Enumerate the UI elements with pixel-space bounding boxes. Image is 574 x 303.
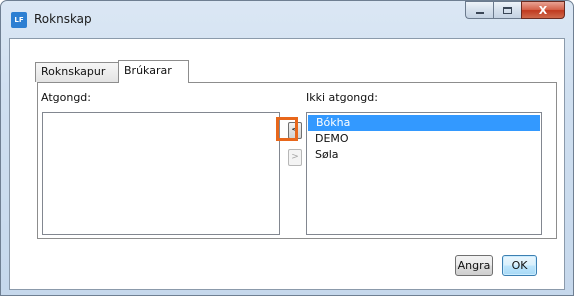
move-right-button[interactable]: > [288,149,302,166]
granted-users-list[interactable] [42,112,280,235]
dialog-window: LF Roknskap X Roknskapur Brúkarar Atgong… [0,0,574,296]
maximize-button[interactable] [493,1,521,19]
cancel-button[interactable]: Angra [455,255,493,276]
window-title: Roknskap [34,12,92,26]
close-icon: X [538,3,548,17]
highlight-box [276,117,298,141]
list-item-sola[interactable]: Søla [307,147,541,163]
tab-roknskapur[interactable]: Roknskapur [35,62,119,82]
minimize-icon [475,12,484,14]
granted-label: Atgongd: [41,91,91,104]
not-granted-label: Ikki atgongd: [306,91,378,104]
list-item-bokha[interactable]: Bókha [308,115,540,131]
not-granted-users-list[interactable]: Bókha DEMO Søla [306,112,542,235]
ok-button[interactable]: OK [502,255,537,276]
list-item-demo[interactable]: DEMO [307,131,541,147]
tab-brukarar[interactable]: Brúkarar [118,60,189,83]
close-button[interactable]: X [521,1,565,19]
app-logo-icon: LF [11,12,27,28]
dialog-client-area: Roknskapur Brúkarar Atgongd: Ikki atgong… [9,38,565,290]
caption-buttons: X [465,1,565,19]
maximize-icon [503,6,512,14]
minimize-button[interactable] [465,1,493,19]
